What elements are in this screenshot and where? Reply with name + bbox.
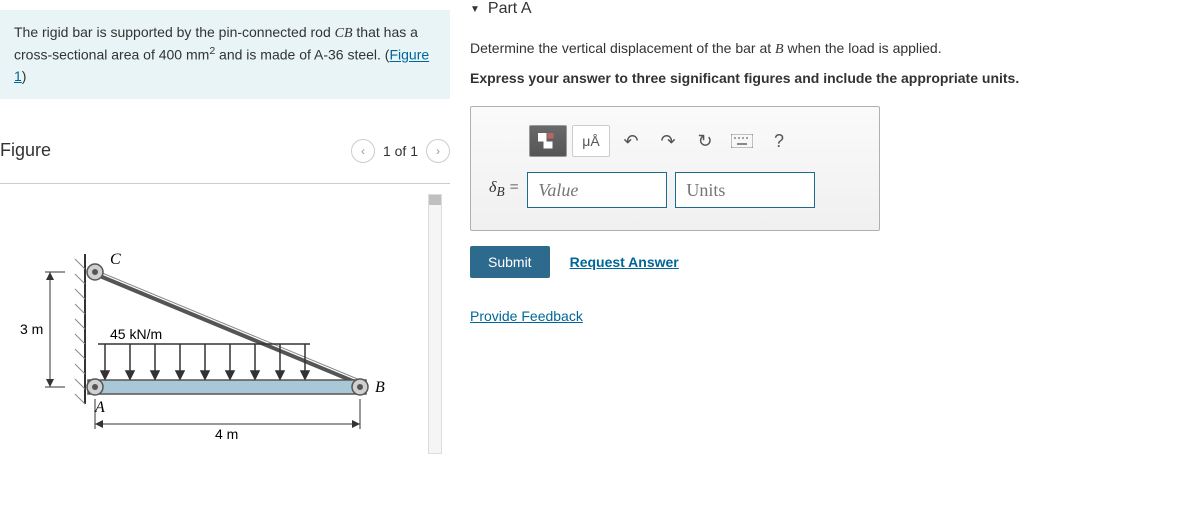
label-load: 45 kN/m bbox=[110, 326, 162, 342]
rod-label: CB bbox=[335, 26, 353, 41]
request-answer-link[interactable]: Request Answer bbox=[570, 254, 679, 270]
part-header-text: Part A bbox=[488, 0, 532, 18]
template-button[interactable] bbox=[529, 125, 567, 157]
keyboard-button[interactable] bbox=[726, 125, 758, 157]
figure-prev-button[interactable]: ‹ bbox=[351, 139, 375, 163]
question-text: Determine the vertical displacement of t… bbox=[470, 38, 1168, 60]
problem-text-4: ) bbox=[22, 68, 27, 84]
figure-nav-text: 1 of 1 bbox=[383, 143, 418, 159]
figure-next-button[interactable]: › bbox=[426, 139, 450, 163]
help-button[interactable]: ? bbox=[763, 125, 795, 157]
answer-box: μÅ ↶ ↷ ↻ ? δB = bbox=[470, 106, 880, 231]
value-input[interactable] bbox=[527, 172, 667, 208]
figure-area: C A B bbox=[0, 183, 450, 463]
instruction-text: Express your answer to three significant… bbox=[470, 70, 1168, 86]
redo-button[interactable]: ↷ bbox=[652, 125, 684, 157]
label-C: C bbox=[110, 251, 121, 268]
units-button[interactable]: μÅ bbox=[572, 125, 610, 157]
provide-feedback-link[interactable]: Provide Feedback bbox=[470, 308, 583, 324]
units-input[interactable] bbox=[675, 172, 815, 208]
problem-text-3: and is made of A-36 steel. ( bbox=[215, 47, 389, 63]
submit-button[interactable]: Submit bbox=[470, 246, 550, 278]
label-height: 3 m bbox=[20, 321, 43, 337]
delta-label: δB = bbox=[489, 179, 519, 200]
reset-button[interactable]: ↻ bbox=[689, 125, 721, 157]
figure-diagram: C A B bbox=[20, 244, 400, 444]
scrollbar[interactable] bbox=[428, 194, 442, 454]
label-B: B bbox=[375, 379, 385, 396]
unit: mm bbox=[186, 47, 209, 63]
figure-title: Figure bbox=[0, 140, 51, 161]
label-A: A bbox=[94, 399, 105, 416]
label-width: 4 m bbox=[215, 426, 238, 442]
part-header[interactable]: Part A bbox=[470, 0, 1168, 38]
problem-text-1: The rigid bar is supported by the pin-co… bbox=[14, 24, 335, 40]
undo-button[interactable]: ↶ bbox=[615, 125, 647, 157]
problem-statement: The rigid bar is supported by the pin-co… bbox=[0, 10, 450, 99]
